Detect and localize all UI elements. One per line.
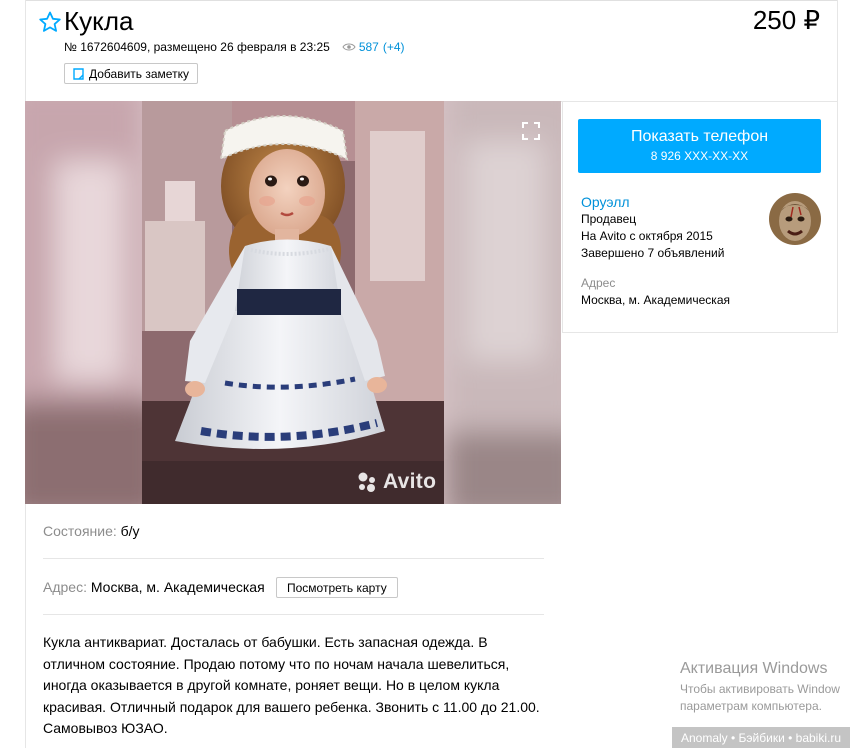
address-value: Москва, м. Академическая xyxy=(90,579,265,595)
address-label: Адрес: xyxy=(43,579,87,595)
show-phone-label: Показать телефон xyxy=(630,128,769,145)
windows-activation-watermark: Активация Windows Чтобы активировать Win… xyxy=(680,660,840,715)
show-phone-button[interactable]: Показать телефон 8 926 XXX-XX-XX xyxy=(578,119,821,173)
windows-activation-line2: параметрам компьютера. xyxy=(680,699,822,713)
condition-row: Состояние: б/у xyxy=(43,523,140,539)
view-map-button[interactable]: Посмотреть карту xyxy=(276,577,398,598)
seller-name-link[interactable]: Оруэлл xyxy=(581,194,630,210)
avito-logo-icon xyxy=(358,472,375,492)
bookmark-note-icon xyxy=(73,67,84,80)
params-divider xyxy=(43,558,544,559)
fullscreen-expand-icon[interactable] xyxy=(522,122,540,140)
doll-photo xyxy=(25,101,561,504)
title-row: Кукла xyxy=(38,6,133,37)
seller-since: На Avito с октября 2015 xyxy=(581,229,713,243)
listing-meta: № 1672604609, размещено 26 февраля в 23:… xyxy=(64,40,405,54)
listing-number-date: № 1672604609, размещено 26 февраля в 23:… xyxy=(64,40,330,54)
add-note-label: Добавить заметку xyxy=(89,66,189,81)
photo-gallery[interactable]: Avito xyxy=(25,101,561,504)
params-divider xyxy=(43,614,544,615)
listing-description: Кукла антиквариат. Досталась от бабушки.… xyxy=(43,634,540,736)
condition-value: б/у xyxy=(120,523,140,539)
seller-role: Продавец xyxy=(581,212,637,226)
windows-activation-title: Активация Windows xyxy=(680,660,828,677)
page-top-border xyxy=(25,0,838,4)
avito-watermark-text: Avito xyxy=(383,470,437,493)
seller-avatar[interactable] xyxy=(769,193,821,245)
views-today: (+4) xyxy=(382,40,405,54)
add-note-button[interactable]: Добавить заметку xyxy=(64,63,198,84)
sidebar-address-value: Москва, м. Академическая xyxy=(581,293,730,307)
condition-label: Состояние: xyxy=(43,523,117,539)
seller-avatar-image xyxy=(769,193,821,245)
windows-activation-line1: Чтобы активировать Window xyxy=(680,682,840,696)
avito-watermark: Avito xyxy=(356,470,436,494)
sidebar-address-label: Адрес xyxy=(581,276,616,290)
favorite-star-icon[interactable] xyxy=(38,10,62,34)
listing-price: 250 ₽ xyxy=(752,5,820,35)
views-counter[interactable]: 587 (+4) xyxy=(342,40,405,54)
site-watermark-tag: Anomaly • Бэйбики • babiki.ru xyxy=(672,727,850,748)
seller-completed: Завершено 7 объявлений xyxy=(581,246,725,260)
phone-masked: 8 926 XXX-XX-XX xyxy=(650,149,749,163)
listing-title: Кукла xyxy=(64,6,134,36)
address-row: Адрес: Москва, м. Академическая xyxy=(43,579,265,595)
views-count: 587 xyxy=(358,40,379,54)
eye-icon xyxy=(342,43,356,51)
